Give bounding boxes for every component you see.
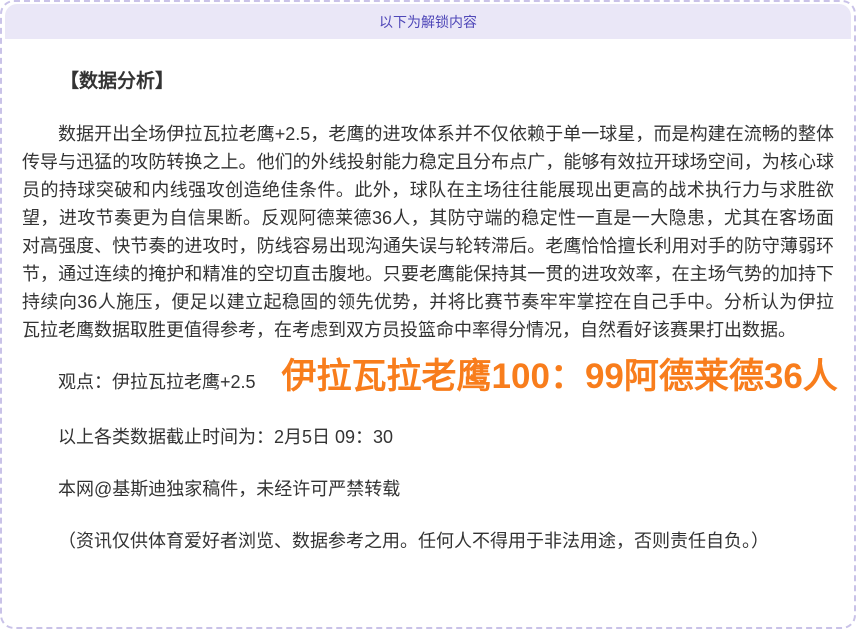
disclaimer-text: （资讯仅供体育爱好者浏览、数据参考之用。任何人不得用于非法用途，否则责任自负。） bbox=[22, 527, 834, 555]
analysis-paragraph: 数据开出全场伊拉瓦拉老鹰+2.5，老鹰的进攻体系并不仅依赖于单一球星，而是构建在… bbox=[22, 120, 834, 344]
opinion-row: 观点：伊拉瓦拉老鹰+2.5伊拉瓦拉老鹰100：99阿德莱德36人 bbox=[22, 348, 834, 399]
unlock-banner: 以下为解锁内容 bbox=[5, 4, 851, 39]
unlock-banner-text: 以下为解锁内容 bbox=[379, 12, 477, 32]
section-title: 【数据分析】 bbox=[22, 66, 834, 93]
copyright-text: 本网@基斯迪独家稿件，未经许可严禁转载 bbox=[22, 475, 834, 503]
predicted-score: 伊拉瓦拉老鹰100：99阿德莱德36人 bbox=[282, 357, 838, 396]
data-cutoff-text: 以上各类数据截止时间为：2月5日 09：30 bbox=[22, 423, 834, 451]
opinion-text: 观点：伊拉瓦拉老鹰+2.5 bbox=[58, 372, 256, 392]
unlocked-content-panel: 以下为解锁内容 【数据分析】 数据开出全场伊拉瓦拉老鹰+2.5，老鹰的进攻体系并… bbox=[0, 0, 856, 629]
article-content: 【数据分析】 数据开出全场伊拉瓦拉老鹰+2.5，老鹰的进攻体系并不仅依赖于单一球… bbox=[2, 66, 854, 555]
